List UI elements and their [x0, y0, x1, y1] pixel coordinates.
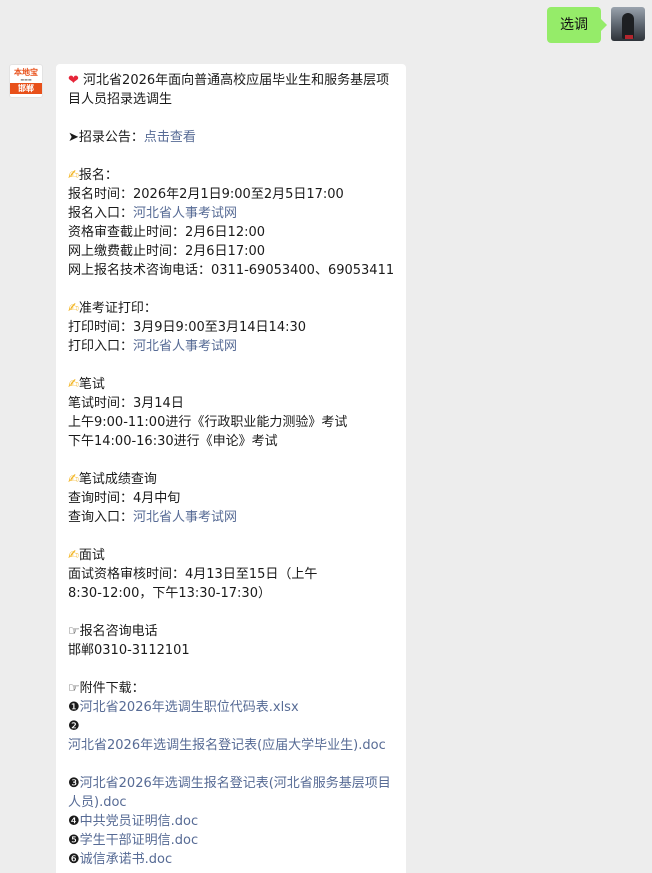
score-query-heading: ✍笔试成绩查询	[68, 470, 397, 489]
registration-heading: ✍报名：	[68, 166, 397, 185]
consult-phone: 邯郸0310-3112101	[68, 643, 190, 658]
number-four-icon: ❹	[68, 814, 80, 829]
arrow-icon: ➤	[68, 130, 79, 145]
interview-time-line2: 8:30-12:00，下午13:30-17:30）	[68, 586, 271, 601]
number-six-icon: ❻	[68, 852, 80, 867]
admission-heading: ✍准考证打印：	[68, 299, 397, 318]
interview-heading: ✍面试	[68, 546, 397, 565]
registration-time: 报名时间：2026年2月1日9:00至2月5日17:00	[68, 187, 344, 202]
interview-heading-text: 面试	[78, 548, 105, 563]
attachment-item: ❹中共党员证明信.doc	[68, 812, 397, 831]
bot-city-badge: 邯郸	[10, 83, 42, 94]
announcement-line: ➤招录公告：点击查看	[68, 128, 397, 147]
written-exam-heading: ✍笔试	[68, 375, 397, 394]
registration-entry-link[interactable]: 河北省人事考试网	[133, 206, 237, 221]
user-avatar[interactable]	[611, 7, 645, 41]
writing-hand-icon: ✍	[68, 548, 79, 563]
number-three-icon: ❸	[68, 776, 80, 791]
admission-print-time: 打印时间：3月9日9:00至3月14日14:30	[68, 320, 307, 335]
admission-entry-link[interactable]: 河北省人事考试网	[133, 339, 237, 354]
announcement-link[interactable]: 点击查看	[144, 130, 196, 145]
incoming-message-bubble: ❤ 河北省2026年面向普通高校应届毕业生和服务基层项目人员招录选调生 ➤招录公…	[56, 64, 406, 873]
attachment-item: ❺学生干部证明信.doc	[68, 831, 397, 850]
attachment-item: ❸河北省2026年选调生报名登记表(河北省服务基层项目人员).doc	[68, 774, 397, 812]
registration-heading-text: 报名：	[78, 168, 118, 183]
bot-logo-text: 本地宝	[14, 68, 38, 77]
written-exam-afternoon: 下午14:00-16:30进行《申论》考试	[68, 434, 278, 449]
interview-time-line1: 面试资格审核时间：4月13日至15日（上午	[68, 567, 318, 582]
outgoing-message-row: 选调	[547, 7, 645, 43]
payment-deadline: 网上缴费截止时间：2月6日17:00	[68, 244, 266, 259]
attachment-link[interactable]: 河北省2026年选调生职位代码表.xlsx	[80, 700, 299, 715]
outgoing-message-bubble[interactable]: 选调	[547, 7, 607, 43]
avatar-accent-icon	[625, 35, 633, 39]
message-title: ❤ 河北省2026年面向普通高校应届毕业生和服务基层项目人员招录选调生	[68, 71, 397, 109]
number-two-icon: ❷	[68, 719, 80, 734]
attachment-link[interactable]: 河北省2026年选调生报名登记表(应届大学毕业生).doc	[68, 738, 386, 753]
bot-avatar[interactable]: 本地宝 ▬▬▬ 邯郸	[9, 64, 43, 98]
attachment-item: 河北省2026年选调生报名登记表(应届大学毕业生).doc	[68, 736, 397, 755]
bot-logo-site-icon: ▬▬▬	[20, 77, 32, 82]
registration-entry: 报名入口：河北省人事考试网	[68, 204, 397, 223]
registration-entry-label: 报名入口：	[68, 206, 134, 221]
score-entry-link[interactable]: 河北省人事考试网	[133, 510, 237, 525]
written-exam-heading-text: 笔试	[78, 377, 105, 392]
attachments-heading-text: 附件下载：	[79, 681, 145, 696]
number-one-icon: ❶	[68, 700, 80, 715]
number-five-icon: ❺	[68, 833, 80, 848]
chat-screen: 选调 本地宝 ▬▬▬ 邯郸 ❤ 河北省2026年面向普通高校应届毕业生和服务基层…	[0, 0, 652, 873]
score-query-time: 查询时间：4月中旬	[68, 491, 181, 506]
score-query-heading-text: 笔试成绩查询	[78, 472, 157, 487]
attachment-link[interactable]: 诚信承诺书.doc	[80, 852, 173, 867]
attachment-item-number: ❷	[68, 717, 397, 736]
writing-hand-icon: ✍	[68, 301, 79, 316]
admission-entry: 打印入口：河北省人事考试网	[68, 337, 397, 356]
message-title-text: 河北省2026年面向普通高校应届毕业生和服务基层项目人员招录选调生	[68, 73, 390, 107]
announcement-label: 招录公告：	[78, 130, 144, 145]
written-exam-morning: 上午9:00-11:00进行《行政职业能力测验》考试	[68, 415, 348, 430]
admission-heading-text: 准考证打印：	[78, 301, 157, 316]
writing-hand-icon: ✍	[68, 168, 79, 183]
admission-entry-label: 打印入口：	[68, 339, 134, 354]
consult-heading-text: 报名咨询电话	[79, 624, 158, 639]
attachment-item: ❶河北省2026年选调生职位代码表.xlsx	[68, 698, 397, 717]
attachment-item: ❻诚信承诺书.doc	[68, 850, 397, 869]
attachment-link[interactable]: 中共党员证明信.doc	[80, 814, 199, 829]
attachment-link[interactable]: 河北省2026年选调生报名登记表(河北省服务基层项目人员).doc	[68, 776, 391, 810]
score-query-entry: 查询入口：河北省人事考试网	[68, 508, 397, 527]
attachments-heading: ☞附件下载：	[68, 679, 397, 698]
review-deadline: 资格审查截止时间：2月6日12:00	[68, 225, 266, 240]
heart-icon: ❤	[68, 73, 79, 88]
pointing-hand-icon: ☞	[68, 681, 80, 696]
writing-hand-icon: ✍	[68, 472, 79, 487]
score-entry-label: 查询入口：	[68, 510, 134, 525]
pointing-hand-icon: ☞	[68, 624, 80, 639]
incoming-message-row: 本地宝 ▬▬▬ 邯郸 ❤ 河北省2026年面向普通高校应届毕业生和服务基层项目人…	[9, 64, 406, 873]
tech-support-phone: 网上报名技术咨询电话：0311-69053400、69053411	[68, 263, 395, 278]
consult-heading: ☞报名咨询电话	[68, 622, 397, 641]
attachment-link[interactable]: 学生干部证明信.doc	[80, 833, 199, 848]
written-exam-time: 笔试时间：3月14日	[68, 396, 184, 411]
writing-hand-icon: ✍	[68, 377, 79, 392]
